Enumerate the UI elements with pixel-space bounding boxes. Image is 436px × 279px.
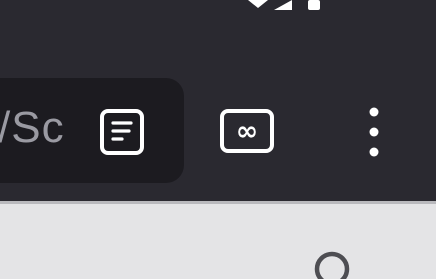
svg-text:∞: ∞: [236, 116, 259, 147]
signal-icon: [248, 0, 320, 10]
search-icon[interactable]: [311, 248, 355, 279]
url-text: /Sc: [0, 103, 65, 152]
address-bar[interactable]: /Sc: [0, 78, 184, 183]
tab-switcher-icon[interactable]: ∞: [219, 108, 275, 154]
more-options-icon[interactable]: [360, 106, 388, 158]
browser-toolbar: /Sc ∞: [0, 0, 436, 201]
reader-mode-icon[interactable]: [98, 107, 146, 157]
page-content: [0, 204, 436, 279]
status-bar-icons: [248, 0, 348, 10]
